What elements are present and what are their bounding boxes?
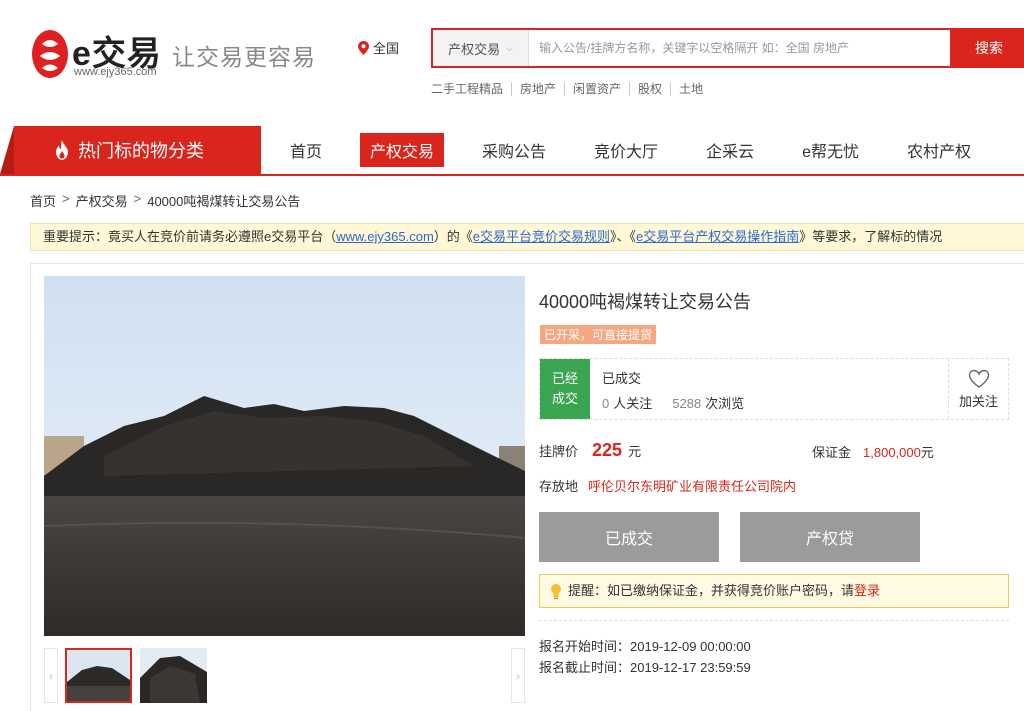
status-stats: 0 人关注 5288 次浏览 [602, 393, 744, 412]
reminder-bar: 提醒：如已缴纳保证金，并获得竞价账户密码，请登录 [539, 574, 1009, 608]
breadcrumb: 首页 > 产权交易 > 40000吨褐煤转让交易公告 [30, 191, 300, 210]
deal-done-button[interactable]: 已成交 [539, 512, 719, 562]
breadcrumb-separator: > [133, 191, 142, 206]
thumbnail-image [140, 648, 207, 703]
listing-panel: ‹ › 40000吨褐煤转让交易公告 已开采，可直接提货 已经 成交 已成交 0… [30, 263, 1024, 711]
registration-times: 报名开始时间：2019-12-09 00:00:00 报名截止时间：2019-1… [539, 636, 751, 678]
status-badge-line: 成交 [551, 391, 578, 406]
status-box: 已经 成交 已成交 0 人关注 5288 次浏览 加关注 [539, 358, 1009, 420]
notice-text: 》、《 [610, 229, 637, 244]
nav-item-rural-property[interactable]: 农村产权 [897, 133, 981, 167]
breadcrumb-category[interactable]: 产权交易 [76, 191, 128, 210]
hot-links: 二手工程精品 房地产 闲置资产 股权 土地 [431, 82, 711, 96]
notice-text: ）的《 [433, 229, 473, 244]
nav-item-bidding-hall[interactable]: 竞价大厅 [584, 133, 668, 167]
price-row: 挂牌价 225 元 [539, 440, 641, 461]
chevron-down-icon: ⌵ [506, 42, 513, 53]
coal-pile-image [44, 276, 525, 636]
breadcrumb-separator: > [62, 191, 70, 206]
listing-tag: 已开采，可直接提货 [540, 325, 657, 344]
search-bar: 产权交易 ⌵ 搜索 [431, 28, 1024, 68]
thumbnail-image [67, 650, 130, 701]
hot-link[interactable]: 二手工程精品 [431, 82, 511, 96]
status-badge: 已经 成交 [540, 359, 590, 419]
storage-label: 存放地 [539, 479, 579, 494]
search-category-label: 产权交易 [448, 41, 501, 57]
listing-title: 40000吨褐煤转让交易公告 [539, 292, 752, 312]
start-time-value: 2019-12-09 00:00:00 [630, 639, 751, 654]
search-input[interactable] [529, 30, 950, 66]
price-unit: 元 [628, 444, 642, 459]
search-button[interactable]: 搜索 [950, 28, 1024, 68]
breadcrumb-current: 40000吨褐煤转让交易公告 [147, 194, 301, 209]
category-menu-label: 热门标的物分类 [78, 141, 204, 161]
reminder-text: 提醒：如已缴纳保证金，并获得竞价账户密码，请 [568, 583, 855, 598]
notice-suffix: 》等要求，了解标的情况 [799, 229, 943, 244]
logo-url: www.ejy365.com [74, 66, 157, 78]
deposit-value: 1,800,000 [863, 445, 921, 460]
site-logo[interactable]: e交易 www.ejy365.com 让交易更容易 [30, 22, 320, 82]
chevron-right-icon[interactable]: › [511, 648, 525, 703]
views-count: 5288 次浏览 [672, 393, 744, 412]
deposit-row: 保证金 1,800,000元 [812, 442, 934, 461]
followers-count: 0 人关注 [602, 393, 652, 412]
end-time-label: 报名截止时间： [539, 660, 631, 675]
notice-rules-link[interactable]: e交易平台竞价交易规则 [473, 229, 610, 244]
nav-item-enterprise-cloud[interactable]: 企采云 [696, 133, 764, 167]
views-number: 5288 [672, 396, 702, 411]
region-label: 全国 [373, 41, 400, 56]
search-category-dropdown[interactable]: 产权交易 ⌵ [433, 30, 529, 66]
hot-link[interactable]: 股权 [629, 82, 670, 96]
chevron-left-icon[interactable]: ‹ [44, 648, 58, 703]
lightbulb-icon [551, 584, 561, 599]
nav-item-property-trade[interactable]: 产权交易 [360, 133, 445, 167]
thumbnail-1[interactable] [65, 648, 132, 703]
thumbnail-strip: ‹ › [44, 648, 525, 703]
category-menu-button[interactable]: 热门标的物分类 [0, 126, 261, 174]
notice-guide-link[interactable]: e交易平台产权交易操作指南 [636, 229, 799, 244]
deposit-unit: 元 [920, 445, 934, 460]
follow-label: 加关注 [958, 394, 998, 409]
status-text: 已成交 [602, 371, 642, 386]
main-nav: 热门标的物分类 首页 产权交易 采购公告 竞价大厅 企采云 e帮无忧 农村产权 [0, 126, 1024, 176]
deposit-label: 保证金 [812, 445, 852, 460]
breadcrumb-home[interactable]: 首页 [30, 191, 56, 210]
followers-label: 人关注 [613, 396, 653, 411]
property-loan-button[interactable]: 产权贷 [740, 512, 920, 562]
notice-prefix: 重要提示：竟买人在竞价前请务必遵照e交易平台（ [43, 229, 337, 244]
hot-link[interactable]: 土地 [670, 82, 711, 96]
region-selector[interactable]: 全国 [358, 38, 399, 57]
views-label: 次浏览 [705, 396, 745, 411]
nav-item-procurement[interactable]: 采购公告 [472, 133, 556, 167]
followers-number: 0 [602, 396, 610, 411]
nav-item-e-help[interactable]: e帮无忧 [792, 133, 869, 167]
nav-item-home[interactable]: 首页 [280, 133, 332, 167]
logo-mark-icon [32, 30, 68, 78]
end-time-value: 2019-12-17 23:59:59 [630, 660, 751, 675]
storage-location: 呼伦贝尔东明矿业有限责任公司院内 [588, 479, 797, 494]
login-link[interactable]: 登录 [854, 583, 880, 598]
notice-site-link[interactable]: www.ejy365.com [336, 229, 434, 244]
slogan: 让交易更容易 [172, 44, 316, 70]
main-product-image[interactable] [44, 276, 525, 636]
location-pin-icon [358, 40, 369, 55]
price-label: 挂牌价 [539, 444, 579, 459]
start-time-label: 报名开始时间： [539, 639, 631, 654]
storage-row: 存放地 呼伦贝尔东明矿业有限责任公司院内 [539, 476, 796, 495]
hot-link[interactable]: 闲置资产 [564, 82, 629, 96]
thumbnail-2[interactable] [140, 648, 207, 703]
flame-icon [56, 140, 68, 160]
divider [539, 620, 1009, 621]
status-badge-line: 已经 [551, 371, 578, 386]
heart-icon [968, 369, 989, 388]
follow-button[interactable]: 加关注 [948, 359, 1008, 419]
hot-link[interactable]: 房地产 [511, 82, 564, 96]
price-value: 225 [592, 440, 623, 460]
important-notice: 重要提示：竟买人在竞价前请务必遵照e交易平台（www.ejy365.com）的《… [30, 223, 1024, 251]
